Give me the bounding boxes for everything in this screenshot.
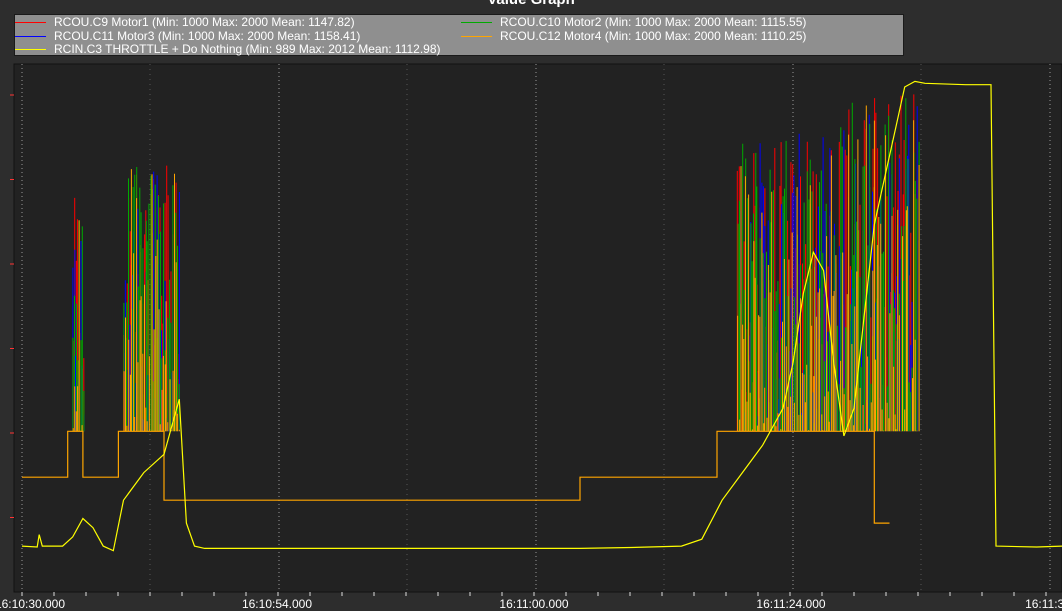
x-tick-label: 16:11:24.000 bbox=[756, 597, 826, 611]
legend-stats-motor2: (Min: 1000 Max: 2000 Mean: 1115.55) bbox=[604, 15, 807, 29]
legend-swatch-motor2 bbox=[461, 22, 492, 23]
x-tick-label: 16:11:00.000 bbox=[499, 597, 569, 611]
legend-stats-motor1: (Min: 1000 Max: 2000 Mean: 1147.82) bbox=[152, 15, 355, 29]
plot-area[interactable] bbox=[0, 0, 1062, 610]
legend-swatch-motor4 bbox=[461, 36, 492, 37]
legend-swatch-motor1 bbox=[15, 22, 46, 23]
x-tick-label: 16:11:30 bbox=[1025, 597, 1062, 611]
legend-swatch-motor3 bbox=[15, 36, 46, 37]
legend-stats-motor3: (Min: 1000 Max: 2000 Mean: 1158.41) bbox=[157, 29, 361, 43]
legend-swatch-throttle bbox=[15, 49, 46, 50]
legend-label-motor1: RCOU.C9 Motor1 bbox=[54, 15, 149, 29]
legend-stats-throttle: (Min: 989 Max: 2012 Mean: 1112.98) bbox=[245, 42, 441, 56]
legend: RCOU.C9 Motor1 (Min: 1000 Max: 2000 Mean… bbox=[14, 14, 904, 56]
x-tick-label: 16:10:30.000 bbox=[0, 597, 66, 611]
legend-label-motor4: RCOU.C12 Motor4 bbox=[500, 29, 602, 43]
legend-stats-motor4: (Min: 1000 Max: 2000 Mean: 1110.25) bbox=[604, 29, 807, 43]
legend-label-motor2: RCOU.C10 Motor2 bbox=[500, 15, 602, 29]
x-tick-label: 16:10:54.000 bbox=[241, 597, 313, 611]
legend-label-throttle: RCIN.C3 THROTTLE + Do Nothing bbox=[54, 42, 243, 56]
legend-label-motor3: RCOU.C11 Motor3 bbox=[54, 29, 155, 43]
